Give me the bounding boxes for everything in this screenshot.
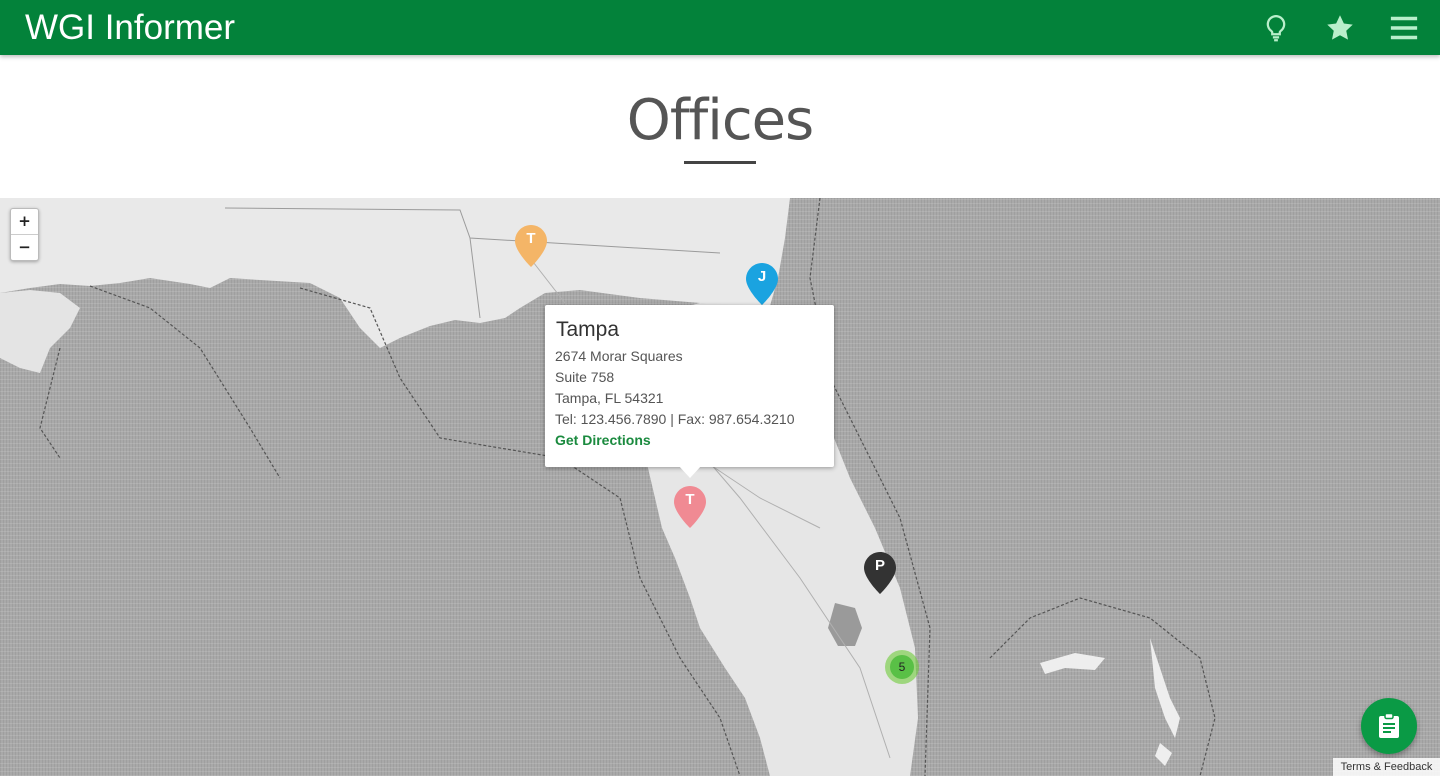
marker-letter: T xyxy=(526,230,536,247)
zoom-out-button[interactable]: − xyxy=(11,234,38,260)
lightbulb-icon[interactable] xyxy=(1261,13,1291,43)
office-marker-tampa[interactable]: T xyxy=(673,485,707,529)
menu-icon[interactable] xyxy=(1389,13,1419,43)
marker-letter: P xyxy=(874,557,885,574)
marker-letter: J xyxy=(757,268,767,285)
office-info-popup: Tampa 2674 Morar Squares Suite 758 Tampa… xyxy=(545,305,834,478)
zoom-control: + − xyxy=(10,208,39,261)
map-tiles xyxy=(0,198,1216,776)
popup-title: Tampa xyxy=(556,318,620,341)
zoom-in-button[interactable]: + xyxy=(11,209,38,234)
office-marker-jacksonville[interactable]: J xyxy=(745,262,779,306)
feedback-fab-button[interactable] xyxy=(1361,698,1417,754)
top-app-bar: WGI Informer xyxy=(0,0,1440,55)
office-marker-tallahassee[interactable]: T xyxy=(514,224,548,268)
terms-feedback-link[interactable]: Terms & Feedback xyxy=(1333,758,1440,776)
popup-address-line2: Suite 758 xyxy=(555,369,615,385)
popup-address-line1: 2674 Morar Squares xyxy=(555,348,683,364)
clipboard-icon xyxy=(1379,713,1399,738)
cluster-count: 5 xyxy=(890,655,914,679)
popup-phone-line: Tel: 123.456.7890 | Fax: 987.654.3210 xyxy=(555,411,795,427)
page-title: Offices xyxy=(626,88,814,153)
popup-city-line: Tampa, FL 54321 xyxy=(555,390,664,406)
office-marker-port-st-lucie[interactable]: P xyxy=(863,551,897,595)
marker-letter: T xyxy=(685,491,695,508)
app-title[interactable]: WGI Informer xyxy=(25,8,235,48)
title-underline xyxy=(684,161,756,164)
star-icon[interactable] xyxy=(1325,13,1355,43)
get-directions-link[interactable]: Get Directions xyxy=(555,432,651,448)
offices-map[interactable]: + − T J T P 5 Tampa 2674 Morar Squares S… xyxy=(0,198,1440,776)
marker-cluster[interactable]: 5 xyxy=(885,650,919,684)
popup-tip xyxy=(678,465,702,478)
